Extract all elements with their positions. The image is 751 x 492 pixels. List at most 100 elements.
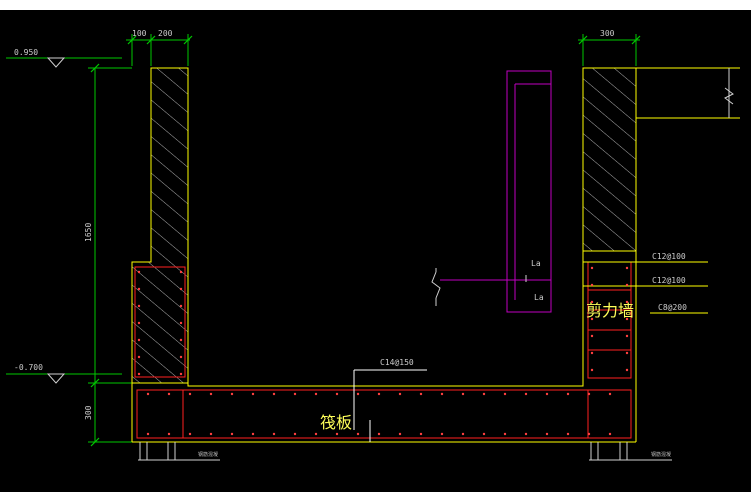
dim-200-text: 200 [158,29,173,38]
rebar-dot [590,351,594,355]
dim-100-text: 100 [132,29,147,38]
rebar-dot [167,432,171,436]
raft-slab [132,383,636,443]
rebar-dot [146,392,150,396]
level-marker-top: 0.950 [6,48,122,68]
rebar-dot [377,432,381,436]
top-dimension-left: 100 200 [126,29,193,66]
rebar-dot [314,392,318,396]
rebar-dot [608,392,612,396]
rebar-dots [137,266,629,436]
vertical-dimension: 1650 300 [84,63,132,447]
rebar-dot [293,392,297,396]
level-bottom-text: -0.700 [14,363,43,372]
pile-right: 钢筋混凝 [589,442,672,461]
rebar-dot [461,432,465,436]
rebar-dot [524,392,528,396]
rebar-dot [179,270,183,274]
rebar-dot [137,372,141,376]
rebar-dot [179,321,183,325]
rebar-dot [293,432,297,436]
rebar-dot [272,432,276,436]
section-drawing: 0.950 -0.700 1650 300 100 200 300 钢筋混凝 钢… [6,29,740,461]
rebar-dot [503,432,507,436]
rebar-dot [461,392,465,396]
rebar-dot [440,432,444,436]
rebar-dot [608,432,612,436]
rebar-dot [314,432,318,436]
rebar-dot [419,392,423,396]
shear-wall-label: 剪力墙 [586,301,634,320]
rebar-dot [590,368,594,372]
rebar-dot [590,300,594,304]
dim-slab-text: 300 [84,405,93,420]
rebar-dot [356,432,360,436]
pile-note-right: 钢筋混凝 [651,451,671,458]
rebar-dot [209,432,213,436]
rebar-dot [137,321,141,325]
rebar-dot [209,392,213,396]
rebar-dot [590,283,594,287]
rebar-dot [590,317,594,321]
rebar-dot [146,432,150,436]
rebar-dot [440,392,444,396]
rebar-slab-text: C14@150 [380,358,414,367]
rebar-dot [503,392,507,396]
rebar-dot [179,338,183,342]
rebar-dot [545,392,549,396]
rebar-dot [230,432,234,436]
rebar-dot [272,392,276,396]
rebar-dot [482,432,486,436]
anchorage-detail: La La [431,70,552,313]
rebar-dot [335,392,339,396]
dim-300-text: 300 [600,29,615,38]
rebar-dot [179,355,183,359]
rebar-dot [137,304,141,308]
rebar-dot [545,432,549,436]
anchor-label-1: La [531,259,541,268]
cad-drawing-canvas: 0.950 -0.700 1650 300 100 200 300 钢筋混凝 钢… [0,10,751,492]
rebar-dot [251,432,255,436]
rebar-dot [625,351,629,355]
rebar-dot [625,368,629,372]
rebar-dot [137,287,141,291]
rebar-dot [188,392,192,396]
rebar-dot [377,392,381,396]
rebar-dot [179,372,183,376]
rebar-dot [137,355,141,359]
rebar-dot [524,432,528,436]
rebar-dot [335,432,339,436]
rebar-dot [625,317,629,321]
rebar-dot [625,283,629,287]
rebar-top-1-text: C12@100 [652,252,686,261]
rebar-dot [230,392,234,396]
anchor-label-2: La [534,293,544,302]
rebar-dot [356,392,360,396]
rebar-dot [625,266,629,270]
top-dimension-right: 300 [578,29,641,66]
rebar-dot [625,334,629,338]
rebar-dot [137,338,141,342]
rebar-dot [587,432,591,436]
rebar-dot [566,392,570,396]
left-shear-wall [131,67,189,442]
rebar-dot [566,432,570,436]
rebar-dot [167,392,171,396]
level-top-text: 0.950 [14,48,38,57]
rebar-top-2-text: C12@100 [652,276,686,285]
rebar-dot [179,287,183,291]
rebar-dot [482,392,486,396]
rebar-dot [398,432,402,436]
rebar-dot [188,432,192,436]
rebar-dot [179,304,183,308]
pile-left: 钢筋混凝 [138,442,220,461]
raft-label: 筏板 [320,413,352,432]
rebar-dot [419,432,423,436]
pile-note-left: 钢筋混凝 [198,451,218,458]
dim-height-text: 1650 [84,223,93,242]
rebar-dot [587,392,591,396]
rebar-dot [590,266,594,270]
rebar-dot [625,300,629,304]
rebar-dot [251,392,255,396]
rebar-dot [137,270,141,274]
